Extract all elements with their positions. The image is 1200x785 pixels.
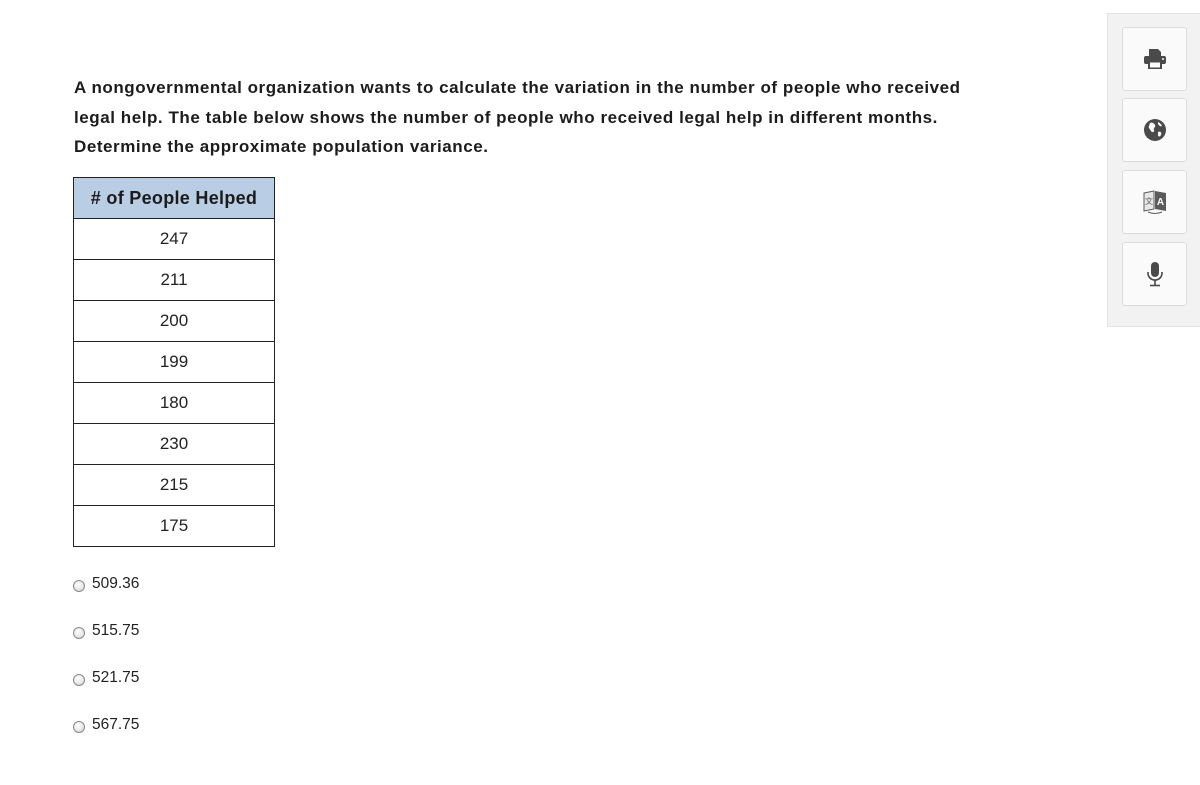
answer-option-label: 567.75: [92, 716, 140, 733]
people-helped-table: # of People Helped 247 211 200 199 180 2…: [73, 177, 275, 547]
answer-option-1[interactable]: 509.36: [73, 573, 139, 595]
question-text: A nongovernmental organization wants to …: [74, 73, 1094, 162]
table-row: 230: [73, 423, 275, 465]
answer-option-label: 509.36: [92, 575, 140, 592]
answer-option-2[interactable]: 515.75: [73, 620, 139, 642]
radio-button[interactable]: [73, 626, 85, 639]
table-row: 200: [73, 300, 275, 342]
translate-button[interactable]: A 文: [1122, 170, 1187, 234]
svg-text:A: A: [1156, 197, 1163, 208]
print-button[interactable]: [1122, 27, 1187, 91]
radio-button[interactable]: [73, 720, 85, 733]
table-row: 215: [73, 464, 275, 506]
table-header-people-helped: # of People Helped: [73, 177, 275, 219]
table-row: 180: [73, 382, 275, 424]
side-toolbar: A 文: [1107, 13, 1200, 327]
question-line: Determine the approximate population var…: [74, 137, 489, 156]
answer-option-3[interactable]: 521.75: [73, 667, 139, 689]
microphone-icon: [1145, 261, 1165, 287]
table-header-row: # of People Helped: [73, 177, 275, 219]
question-line: legal help. The table below shows the nu…: [74, 107, 938, 127]
table-row: 211: [73, 259, 275, 301]
table-cell: 247: [73, 218, 275, 260]
answer-option-4[interactable]: 567.75: [73, 714, 139, 736]
table-row: 175: [73, 505, 275, 547]
answer-option-label: 515.75: [92, 622, 140, 639]
svg-text:文: 文: [1145, 196, 1153, 206]
table-cell: 180: [73, 382, 275, 424]
table-cell: 211: [73, 259, 275, 301]
printer-icon: [1143, 48, 1167, 70]
radio-button[interactable]: [73, 673, 85, 686]
microphone-button[interactable]: [1122, 242, 1187, 306]
answer-option-label: 521.75: [92, 669, 140, 686]
translate-icon: A 文: [1142, 189, 1168, 215]
question-line: A nongovernmental organization wants to …: [74, 78, 961, 97]
table-cell: 230: [73, 423, 275, 465]
table-row: 199: [73, 341, 275, 383]
answer-options: 509.36 515.75 521.75 567.75: [73, 573, 139, 761]
table-cell: 200: [73, 300, 275, 342]
radio-button[interactable]: [73, 579, 85, 592]
table-cell: 175: [73, 505, 275, 547]
table-cell: 199: [73, 341, 275, 383]
globe-button[interactable]: [1122, 98, 1187, 162]
table-cell: 215: [73, 464, 275, 506]
table-row: 247: [73, 218, 275, 260]
globe-icon: [1143, 118, 1167, 142]
